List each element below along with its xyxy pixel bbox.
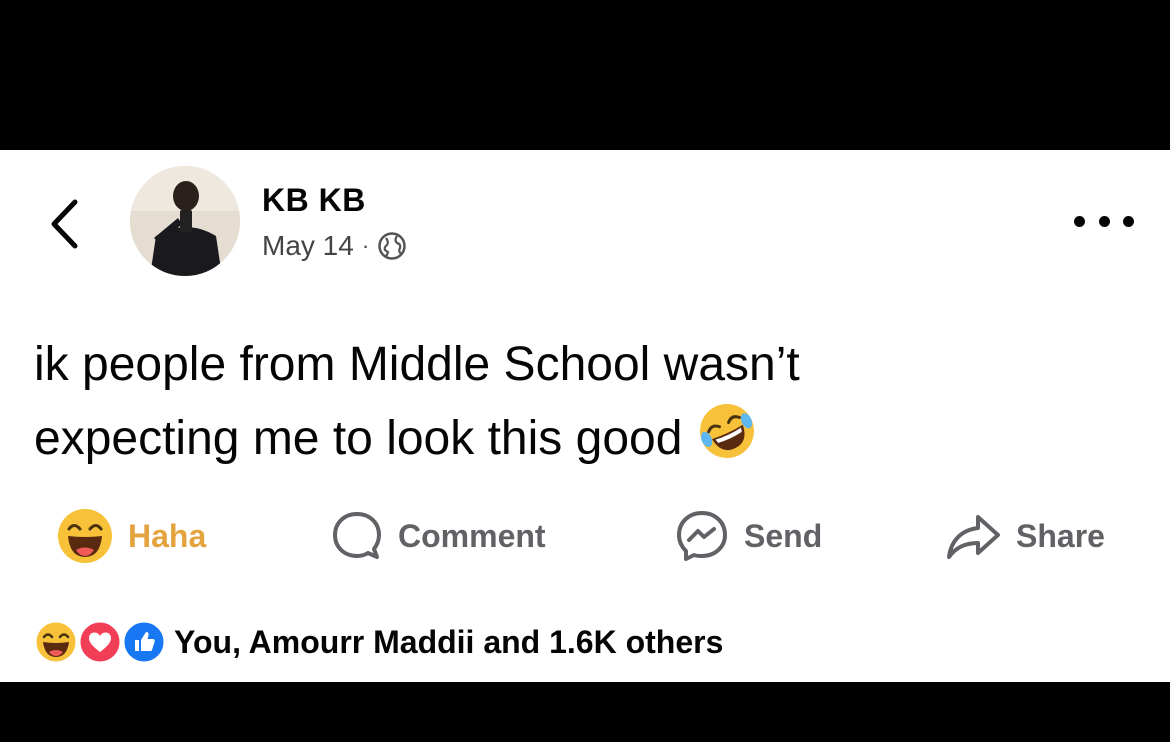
- avatar[interactable]: [130, 166, 240, 276]
- post-text-line-1: ik people from Middle School wasn’t: [34, 338, 800, 391]
- haha-label: Haha: [128, 517, 207, 554]
- author-name[interactable]: KB KB: [262, 182, 366, 219]
- meta-separator: ·: [361, 233, 370, 258]
- post-meta: May 14 ·: [262, 230, 407, 262]
- reaction-icons-stack: [34, 620, 166, 664]
- more-dot-icon: [1098, 215, 1110, 227]
- globe-icon: [378, 232, 406, 260]
- post-actions-bar: Haha Comment Send Share: [0, 506, 1170, 566]
- comment-label: Comment: [398, 517, 546, 554]
- share-arrow-icon: [947, 515, 1000, 559]
- more-options-button[interactable]: [1074, 206, 1134, 236]
- reactions-summary-text: You, Amourr Maddii and 1.6K others: [174, 623, 724, 660]
- haha-emoji-icon: [58, 509, 112, 563]
- post-text-line-2: expecting me to look this good: [34, 400, 1134, 474]
- bottom-black-bar: [0, 682, 1170, 742]
- messenger-icon: [677, 511, 727, 561]
- haha-reaction-button[interactable]: Haha: [56, 506, 206, 566]
- post-text-line-2-content: expecting me to look this good: [34, 412, 683, 465]
- love-reaction-icon: [78, 620, 122, 664]
- reactions-summary[interactable]: You, Amourr Maddii and 1.6K others: [34, 616, 723, 668]
- top-black-bar: [0, 0, 1170, 150]
- rofl-emoji-icon: [700, 404, 755, 458]
- comment-icon: [333, 512, 381, 559]
- chevron-left-icon: [51, 199, 78, 249]
- post-card: KB KB May 14 · ik people from Middle Sch…: [0, 150, 1170, 682]
- more-dot-icon: [1074, 215, 1085, 227]
- post-date[interactable]: May 14: [262, 230, 354, 262]
- back-button[interactable]: [42, 196, 86, 252]
- avatar-photo: [130, 166, 240, 276]
- share-button[interactable]: Share: [944, 506, 1105, 566]
- comment-button[interactable]: Comment: [330, 506, 546, 566]
- share-label: Share: [1016, 517, 1105, 554]
- send-button[interactable]: Send: [674, 506, 822, 566]
- haha-reaction-icon: [34, 620, 78, 664]
- like-reaction-icon: [122, 620, 166, 664]
- send-label: Send: [744, 517, 823, 554]
- more-dot-icon: [1123, 215, 1134, 227]
- post-text: ik people from Middle School wasn’t expe…: [34, 330, 1134, 474]
